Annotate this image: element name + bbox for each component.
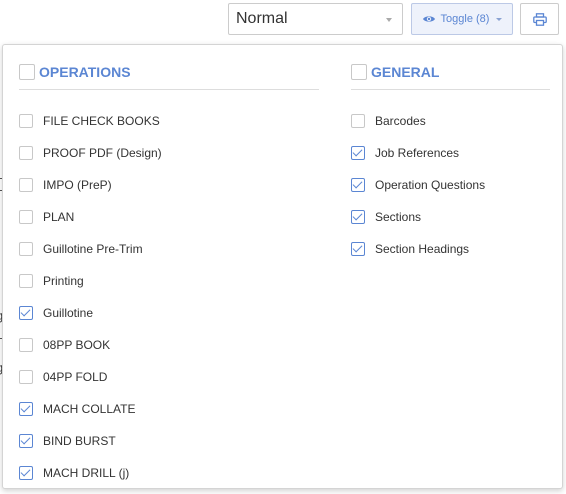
operations-item[interactable]: Printing — [19, 265, 319, 297]
general-item-label: Barcodes — [375, 114, 426, 128]
chevron-down-icon — [386, 18, 392, 22]
general-item-label: Operation Questions — [375, 178, 486, 192]
operations-item-label: PLAN — [43, 210, 75, 224]
general-item-checkbox[interactable] — [351, 114, 365, 128]
general-list: Barcodes Job References Operation Question… — [351, 105, 550, 265]
printer-icon — [532, 12, 547, 26]
operations-item-label: Guillotine Pre-Trim — [43, 242, 143, 256]
operations-item-label: Printing — [43, 274, 84, 288]
toggle-columns-button[interactable]: Toggle (8) — [411, 3, 513, 35]
operations-item-checkbox[interactable] — [19, 274, 33, 288]
operations-item-checkbox[interactable] — [19, 178, 33, 192]
operations-item-checkbox[interactable] — [19, 242, 33, 256]
operations-item-checkbox[interactable] — [19, 306, 33, 320]
operations-item-checkbox[interactable] — [19, 466, 33, 480]
operations-item-label: Guillotine — [43, 306, 94, 320]
operations-title: OPERATIONS — [39, 64, 131, 80]
general-item-label: Sections — [375, 210, 422, 224]
operations-item-checkbox[interactable] — [19, 146, 33, 160]
operations-item-checkbox[interactable] — [19, 402, 33, 416]
operations-item-label: PROOF PDF (Design) — [43, 146, 162, 160]
general-select-all-checkbox[interactable] — [351, 64, 367, 80]
operations-item[interactable]: MACH DRILL (j) — [19, 457, 319, 489]
operations-column: OPERATIONS FILE CHECK BOOKS PROOF PDF (De… — [19, 59, 319, 489]
view-mode-select[interactable]: Normal — [228, 3, 403, 35]
operations-item-checkbox[interactable] — [19, 210, 33, 224]
general-item-label: Job References — [375, 146, 460, 160]
operations-item-checkbox[interactable] — [19, 434, 33, 448]
general-title: GENERAL — [371, 64, 440, 80]
operations-item[interactable]: PLAN — [19, 201, 319, 233]
print-button[interactable] — [520, 3, 559, 35]
toggle-button-label: Toggle (8) — [440, 13, 490, 25]
general-item-checkbox[interactable] — [351, 210, 365, 224]
operations-item-checkbox[interactable] — [19, 114, 33, 128]
operations-item-label: BIND BURST — [43, 434, 116, 448]
general-item[interactable]: Sections — [351, 201, 550, 233]
operations-item-label: MACH COLLATE — [43, 402, 136, 416]
toggle-dropdown-panel: OPERATIONS FILE CHECK BOOKS PROOF PDF (De… — [2, 44, 563, 489]
eye-icon — [422, 16, 435, 22]
general-item-checkbox[interactable] — [351, 178, 365, 192]
operations-select-all-checkbox[interactable] — [19, 64, 35, 80]
general-item[interactable]: Barcodes — [351, 105, 550, 137]
operations-item[interactable]: PROOF PDF (Design) — [19, 137, 319, 169]
general-header: GENERAL — [351, 59, 550, 90]
operations-item[interactable]: MACH COLLATE — [19, 393, 319, 425]
operations-item[interactable]: FILE CHECK BOOKS — [19, 105, 319, 137]
operations-item-label: 04PP FOLD — [43, 370, 108, 384]
operations-item-label: FILE CHECK BOOKS — [43, 114, 160, 128]
operations-item[interactable]: IMPO (PreP) — [19, 169, 319, 201]
operations-item-label: IMPO (PreP) — [43, 178, 112, 192]
operations-item[interactable]: 04PP FOLD — [19, 361, 319, 393]
general-item-checkbox[interactable] — [351, 242, 365, 256]
operations-item[interactable]: 08PP BOOK — [19, 329, 319, 361]
view-mode-value: Normal — [236, 10, 288, 27]
operations-item-label: MACH DRILL (j) — [43, 466, 130, 480]
operations-item-checkbox[interactable] — [19, 370, 33, 384]
general-item-label: Section Headings — [375, 242, 470, 256]
operations-item[interactable]: Guillotine — [19, 297, 319, 329]
general-item[interactable]: Section Headings — [351, 233, 550, 265]
chevron-down-icon — [496, 17, 503, 21]
general-item[interactable]: Operation Questions — [351, 169, 550, 201]
operations-item[interactable]: BIND BURST — [19, 425, 319, 457]
operations-header: OPERATIONS — [19, 59, 319, 90]
operations-item-checkbox[interactable] — [19, 338, 33, 352]
operations-item[interactable]: Guillotine Pre-Trim — [19, 233, 319, 265]
operations-item-label: 08PP BOOK — [43, 338, 111, 352]
general-item-checkbox[interactable] — [351, 146, 365, 160]
operations-list: FILE CHECK BOOKS PROOF PDF (Design) IMPO (… — [19, 105, 319, 489]
general-item[interactable]: Job References — [351, 137, 550, 169]
general-column: GENERAL Barcodes Job References Operation … — [351, 59, 550, 265]
